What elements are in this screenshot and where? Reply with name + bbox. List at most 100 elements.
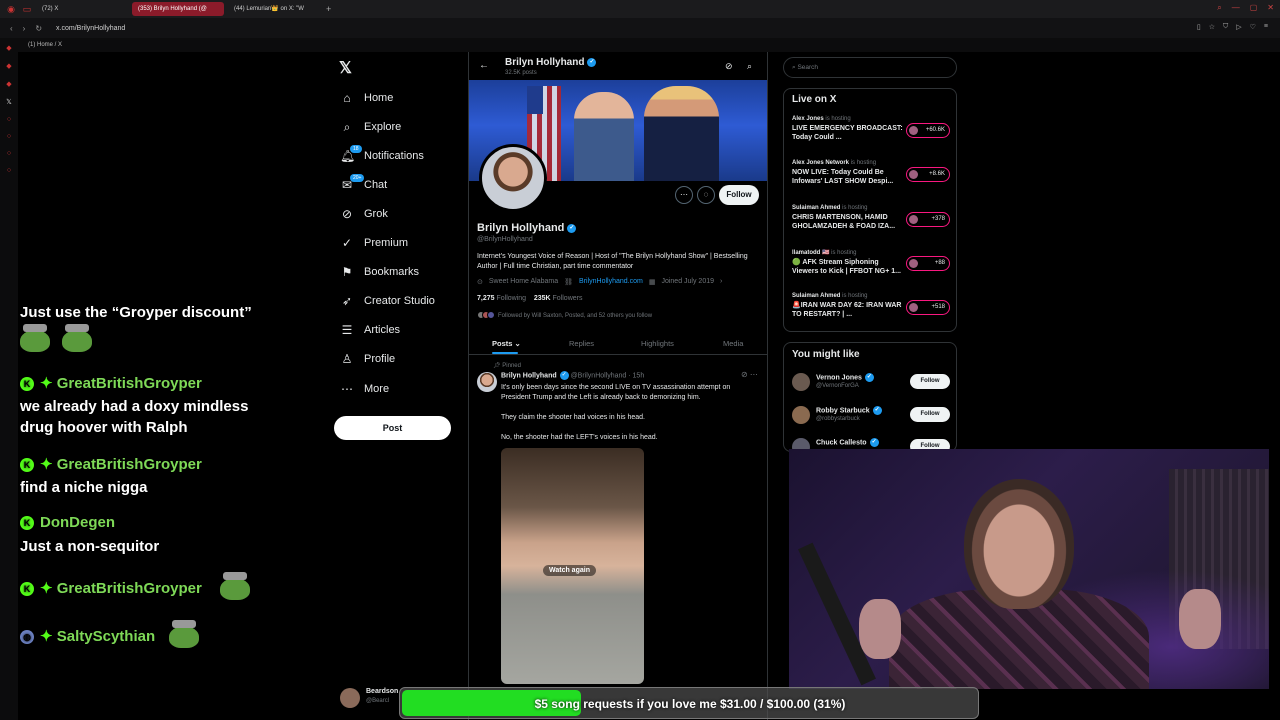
nav-home[interactable]: ⌂ Home — [340, 87, 393, 109]
nav-chat[interactable]: ✉︎ 20+ Chat — [340, 174, 387, 196]
shield-icon[interactable]: ⛉ — [1223, 23, 1228, 31]
search-icon[interactable]: ⌕ — [747, 61, 752, 72]
back-icon[interactable]: ‹ — [10, 24, 13, 33]
tweet-more-icon[interactable]: ⊘ ⋯ — [741, 370, 758, 379]
reload-icon[interactable]: ↻ — [35, 24, 42, 33]
nav-articles[interactable]: ☰ Articles — [340, 319, 400, 341]
nav-profile[interactable]: ♙ Profile — [340, 348, 396, 370]
tweet-video[interactable]: Watch again — [501, 448, 644, 684]
live-host: Sulaiman Ahmed is hosting — [792, 205, 868, 211]
star-badge-icon: ✦ — [40, 375, 57, 392]
tab-highlights[interactable]: Highlights — [641, 339, 674, 348]
url-field[interactable]: x.com/BrilynHollyhand — [56, 25, 125, 32]
tab-media[interactable]: Media — [723, 339, 743, 348]
chat-emotes — [20, 324, 104, 352]
x-logo-icon[interactable]: 𝕏 — [339, 58, 352, 78]
sidebar-app-icon[interactable]: ○ — [7, 167, 11, 174]
live-item[interactable]: Alex Jones Network is hosting NOW LIVE: … — [792, 160, 952, 186]
header-posts-count: 32.5K posts — [505, 70, 537, 76]
follow-button[interactable]: Follow — [719, 185, 759, 205]
live-item[interactable]: Alex Jones is hosting LIVE EMERGENCY BRO… — [792, 116, 952, 142]
live-item[interactable]: Sulaiman Ahmed is hosting 🚨IRAN WAR DAY … — [792, 293, 952, 319]
sidebar-app-icon[interactable]: ◆ — [6, 44, 11, 52]
verified-icon: ✓ — [559, 371, 569, 380]
opera-icon[interactable]: ◉ — [6, 4, 16, 14]
follow-button[interactable]: Follow — [910, 374, 950, 389]
goal-text: $5 song requests if you love me $31.00 /… — [534, 697, 846, 711]
live-item[interactable]: llamatodd 🇺🇸 is hosting 🟢 AFK Stream Sip… — [792, 249, 952, 276]
nav-bookmarks[interactable]: ⚑ Bookmarks — [340, 261, 419, 283]
profile-avatar[interactable] — [479, 144, 547, 212]
more-options-icon[interactable]: ⋯ — [675, 186, 693, 204]
tab-posts[interactable]: Posts ⌄ — [492, 339, 521, 354]
live-listener-count: +378 — [906, 212, 950, 227]
followed-by[interactable]: Followed by Will Saxton, Posted, and 52 … — [477, 311, 652, 321]
profile-link[interactable]: BrilynHollyhand.com — [579, 278, 643, 286]
nav-premium[interactable]: ✓ Premium — [340, 232, 408, 254]
banner-person — [644, 86, 719, 181]
sidebar-app-icon[interactable]: ○ — [7, 116, 11, 123]
sidebar-app-icon[interactable]: ○ — [7, 133, 11, 140]
live-host: llamatodd 🇺🇸 is hosting — [792, 250, 857, 256]
forward-icon[interactable]: › — [23, 24, 26, 33]
close-icon[interactable]: ✕ — [1267, 3, 1274, 13]
x-app-icon[interactable]: 𝕏 — [6, 98, 12, 106]
banner-person — [574, 92, 634, 181]
nav-creator-studio[interactable]: ➶ Creator Studio — [340, 290, 435, 312]
avatar — [340, 688, 360, 708]
bookmark-item[interactable]: (1) Home / X — [28, 42, 62, 48]
nav-notifications[interactable]: 🔔︎ 18 Notifications — [340, 145, 424, 167]
post-button[interactable]: Post — [334, 416, 451, 440]
back-arrow-icon[interactable]: ← — [479, 60, 489, 71]
followers-link[interactable]: 235K Followers — [534, 295, 583, 302]
grok-profile-icon[interactable]: ⊘ — [725, 61, 733, 72]
live-item-title: NOW LIVE: Today Could Be Infowars' LAST … — [792, 169, 894, 185]
sidebar-app-icon[interactable]: ◆ — [6, 80, 11, 88]
search-tabs-icon[interactable]: ⌕ — [1217, 3, 1221, 13]
follow-button[interactable]: Follow — [910, 407, 950, 422]
suggested-user[interactable]: Robby Starbuck ✓ @robbystarbuck Follow — [792, 403, 952, 427]
chevron-right-icon[interactable]: › — [720, 278, 722, 286]
search-input[interactable]: ⌕ Search — [783, 57, 957, 78]
minimize-icon[interactable]: — — [1232, 3, 1240, 13]
browser-tab-3[interactable]: (44) Lemurian👑 on X: "W — [228, 2, 320, 16]
verified-icon: ✓ — [567, 223, 577, 233]
live-item[interactable]: Sulaiman Ahmed is hosting CHRIS MARTENSO… — [792, 205, 952, 231]
avatar[interactable] — [792, 406, 810, 424]
browser-tab-2[interactable]: (353) Brilyn Hollyhand (@ — [132, 2, 224, 16]
profile-handle: @BrilynHollyhand — [477, 236, 533, 243]
verified-icon: ✓ — [587, 57, 597, 67]
avatar[interactable] — [792, 373, 810, 391]
star-badge-icon: ✦ — [40, 627, 57, 645]
suggested-user[interactable]: Vernon Jones ✓ @VernonForGA Follow — [792, 370, 952, 394]
tab-replies[interactable]: Replies — [569, 339, 594, 348]
maximize-icon[interactable]: ▢ — [1250, 3, 1258, 13]
bookmark-star-icon[interactable]: ☆ — [1209, 23, 1215, 31]
more-icon: ⋯ — [341, 382, 353, 396]
menu-icon[interactable]: ≡ — [1264, 23, 1268, 31]
flag-canton — [527, 86, 543, 114]
grok-chat-icon[interactable]: ◌ — [697, 186, 715, 204]
nav-grok[interactable]: ⊘ Grok — [340, 203, 388, 225]
tweet-avatar[interactable] — [477, 372, 497, 392]
sidebar-app-icon[interactable]: ◆ — [6, 62, 11, 70]
tab-menu-icon[interactable]: ▭ — [22, 4, 32, 14]
nav-more[interactable]: ⋯ More — [340, 378, 389, 400]
live-on-x-panel: Live on X Alex Jones is hosting LIVE EME… — [783, 88, 957, 332]
chat-author: K ✦ GreatBritishGroyper — [20, 455, 202, 473]
window-controls: ⌕ — ▢ ✕ — [1217, 3, 1274, 13]
nav-explore[interactable]: ⌕ Explore — [340, 116, 402, 138]
watch-again-button[interactable]: Watch again — [543, 565, 596, 576]
following-link[interactable]: 7,275 Following — [477, 295, 526, 302]
pepe-emote-icon — [20, 324, 50, 352]
sidebar-app-icon[interactable]: ○ — [7, 150, 11, 157]
account-switcher[interactable]: Beardson @Bearcl — [340, 686, 400, 710]
play-icon[interactable]: ▷ — [1236, 23, 1241, 31]
kick-badge-icon: K — [20, 582, 34, 596]
extension-icon[interactable]: ▯ — [1197, 23, 1201, 31]
new-tab-icon[interactable]: + — [326, 4, 331, 14]
browser-tab-1[interactable]: (72) X — [36, 2, 128, 16]
streamer-hand — [859, 599, 901, 659]
heart-icon[interactable]: ♡ — [1250, 23, 1256, 31]
home-icon: ⌂ — [343, 91, 351, 105]
